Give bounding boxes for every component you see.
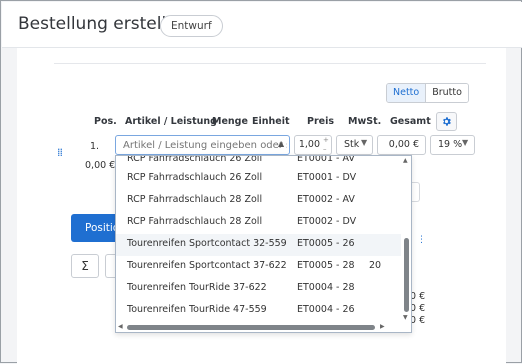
dropdown-item-name: Tourenreifen Sportcontact 32-559 xyxy=(127,238,287,249)
quantity-increment-icon[interactable]: + xyxy=(323,137,329,144)
dropdown-item-code: ET0001 - AV xyxy=(297,155,355,164)
dropdown-item[interactable]: RCP Fahrradschlauch 28 Zoll ET0002 - AV xyxy=(116,190,403,212)
unit-select[interactable]: Stk xyxy=(336,135,373,155)
chevron-up-icon[interactable]: ▲ xyxy=(278,139,284,148)
dropdown-item-code: ET0005 - 26 xyxy=(297,238,355,249)
article-search-input[interactable] xyxy=(115,135,290,155)
summary-value: 0 € xyxy=(410,315,426,326)
column-header-total: Gesamt xyxy=(390,116,431,127)
column-header-price: Preis xyxy=(307,116,335,127)
scroll-left-icon[interactable]: ◀ xyxy=(118,324,123,330)
column-header-unit: Einheit xyxy=(252,116,290,127)
dropdown-item-hovered[interactable]: Tourenreifen Sportcontact 32-559 ET0005 … xyxy=(116,234,403,256)
dropdown-item-code: ET0002 - DV xyxy=(297,216,357,227)
dropdown-item[interactable]: RCP Fahrradschlauch 26 Zoll ET0001 - DV xyxy=(116,168,403,190)
column-header-quantity: Menge xyxy=(212,116,248,127)
dropdown-item-name: RCP Fahrradschlauch 28 Zoll xyxy=(127,194,263,205)
dropdown-item-extra: 20 xyxy=(369,260,382,271)
vertical-scrollbar[interactable]: ▲ ▼ xyxy=(401,156,411,322)
drag-handle-icon[interactable]: ⁞⁞ xyxy=(57,147,63,158)
row-total: 0,00 € xyxy=(85,160,116,171)
dropdown-item-name: RCP Fahrradschlauch 26 Zoll xyxy=(127,155,263,164)
toggle-brutto[interactable]: Brutto xyxy=(426,84,468,102)
dropdown-item-code: ET0004 - 26 xyxy=(297,304,355,315)
dropdown-item[interactable]: Tourenreifen TourRide 47-559 ET0004 - 26 xyxy=(116,300,403,322)
scroll-down-icon[interactable]: ▼ xyxy=(403,315,408,321)
row-position-number: 1. xyxy=(90,141,100,152)
scroll-up-icon[interactable]: ▲ xyxy=(403,158,408,164)
divider xyxy=(54,63,486,64)
chevron-down-icon: ▼ xyxy=(361,138,368,147)
horizontal-scroll-thumb[interactable] xyxy=(127,325,375,330)
status-badge: Entwurf xyxy=(160,15,223,37)
dropdown-item[interactable]: Tourenreifen TourRide 37-622 ET0004 - 28 xyxy=(116,278,403,300)
dropdown-item-name: Tourenreifen Sportcontact 37-622 xyxy=(127,260,287,271)
price-input[interactable]: 0,00 € xyxy=(377,135,426,155)
dropdown-item-name: RCP Fahrradschlauch 28 Zoll xyxy=(127,216,263,227)
summary-value: 0 € xyxy=(410,291,426,302)
article-dropdown: RCP Fahrradschlauch 26 Zoll ET0001 - AV … xyxy=(115,155,412,333)
dropdown-item-code: ET0005 - 28 xyxy=(297,260,355,271)
gear-icon xyxy=(441,112,452,131)
dropdown-item-code: ET0001 - DV xyxy=(297,172,357,183)
column-header-pos: Pos. xyxy=(94,116,117,127)
dropdown-item-name: RCP Fahrradschlauch 26 Zoll xyxy=(127,172,263,183)
page-header: Bestellung erstellen Entwurf xyxy=(2,2,522,48)
horizontal-scrollbar[interactable]: ◀ ▶ xyxy=(116,322,401,332)
vat-select[interactable]: 19 % xyxy=(430,135,475,155)
app-window: Bestellung erstellen Entwurf Netto Brutt… xyxy=(0,0,522,364)
sum-button[interactable]: Σ xyxy=(71,254,99,278)
dropdown-item-name: Tourenreifen TourRide 37-622 xyxy=(127,282,267,293)
column-settings-button[interactable] xyxy=(436,112,457,131)
chevron-down-icon: ▼ xyxy=(462,138,469,147)
summary-value: 0 € xyxy=(410,303,426,314)
toggle-netto[interactable]: Netto xyxy=(387,84,427,102)
dropdown-item-code: ET0002 - AV xyxy=(297,194,355,205)
quantity-decrement-icon[interactable]: – xyxy=(323,146,327,153)
column-header-vat: MwSt. xyxy=(348,116,382,127)
scroll-right-icon[interactable]: ▶ xyxy=(380,324,385,330)
more-vertical-icon[interactable]: ⋮ xyxy=(417,236,426,245)
dropdown-item[interactable]: RCP Fahrradschlauch 28 Zoll ET0002 - DV xyxy=(116,212,403,234)
dropdown-item-name: Tourenreifen TourRide 47-559 xyxy=(127,304,267,315)
vertical-scroll-thumb[interactable] xyxy=(404,238,409,312)
price-mode-toggle: Netto Brutto xyxy=(386,83,469,103)
dropdown-item[interactable]: Tourenreifen Sportcontact 37-622 ET0005 … xyxy=(116,256,403,278)
column-header-article: Artikel / Leistung xyxy=(125,116,217,127)
dropdown-item-code: ET0004 - 28 xyxy=(297,282,355,293)
